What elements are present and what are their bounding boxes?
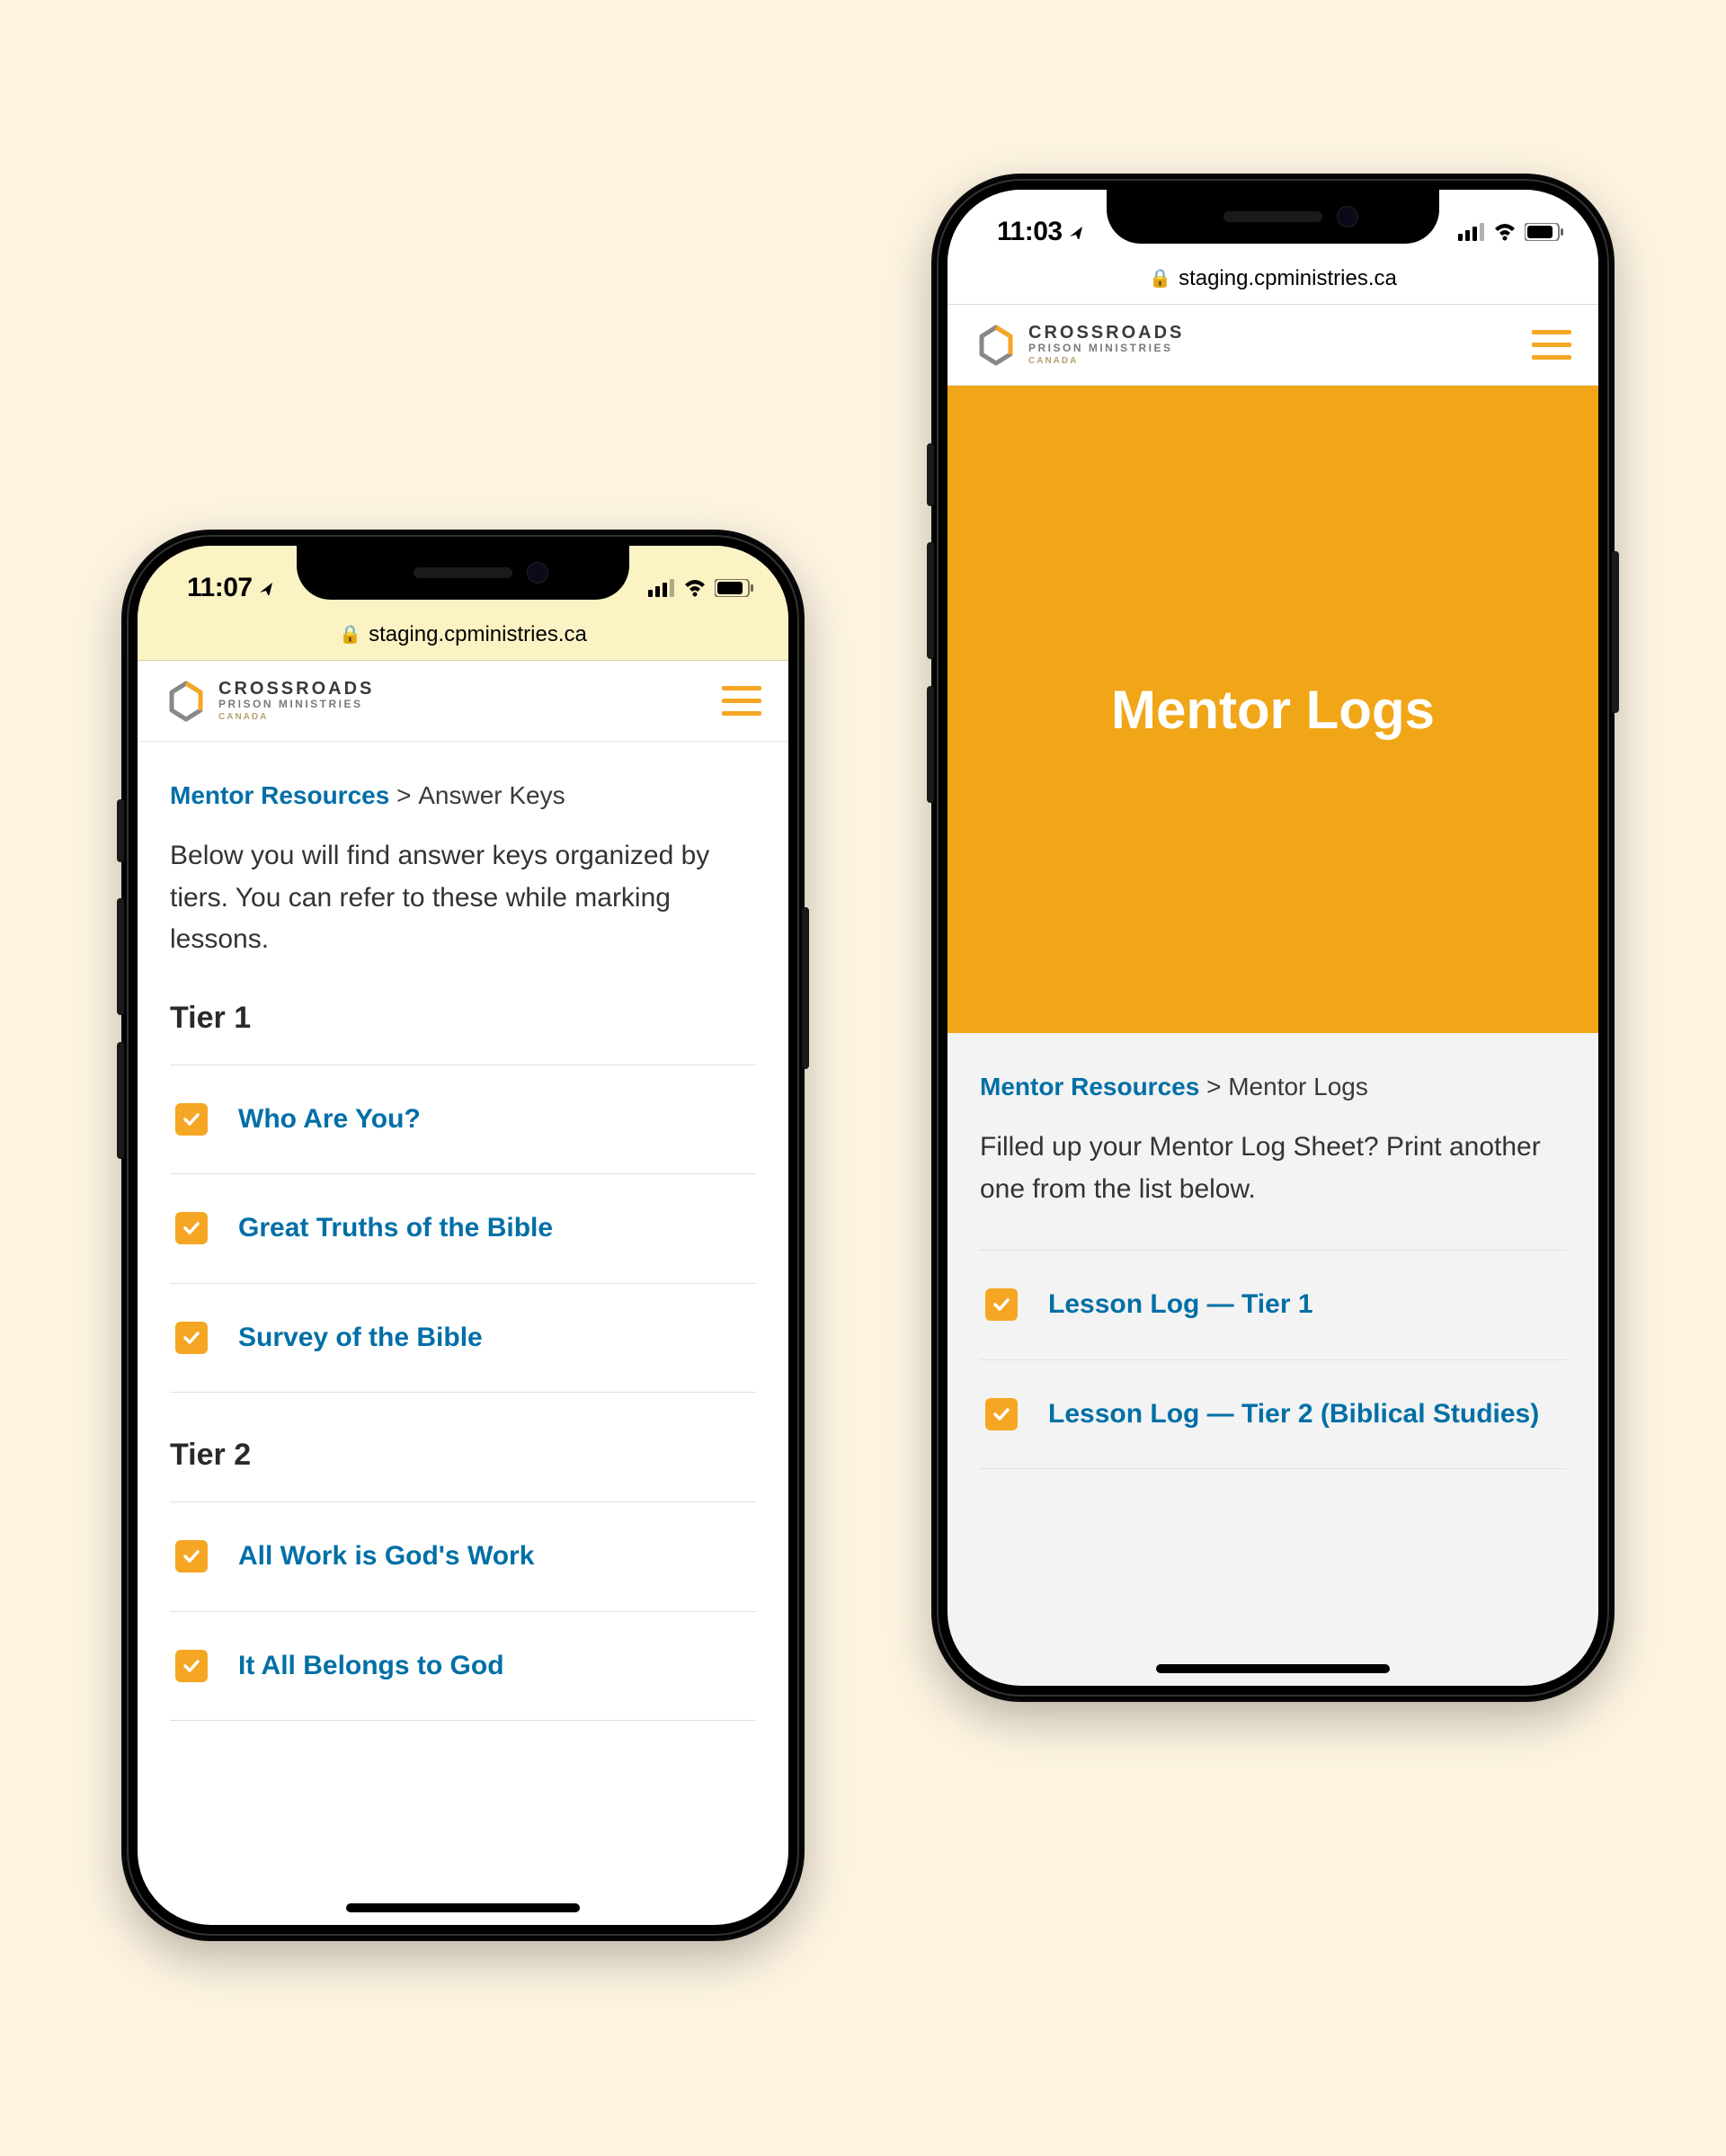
divider bbox=[980, 1468, 1566, 1469]
battery-icon bbox=[715, 579, 754, 597]
breadcrumb-current: Mentor Logs bbox=[1228, 1073, 1368, 1100]
status-time: 11:07 bbox=[187, 573, 253, 603]
site-header: CROSSROADS PRISON MINISTRIES CANADA bbox=[138, 661, 788, 742]
intro-text: Filled up your Mentor Log Sheet? Print a… bbox=[980, 1127, 1566, 1210]
breadcrumb-separator: > bbox=[396, 781, 411, 809]
logo-line2: PRISON MINISTRIES bbox=[218, 699, 374, 710]
list-item-label: Great Truths of the Bible bbox=[238, 1210, 553, 1247]
check-icon bbox=[175, 1322, 208, 1354]
check-icon bbox=[175, 1650, 208, 1682]
intro-text: Below you will find answer keys organize… bbox=[170, 835, 756, 961]
device-notch bbox=[297, 546, 629, 600]
url-text: staging.cpministries.ca bbox=[1179, 266, 1397, 291]
breadcrumb-separator: > bbox=[1206, 1073, 1221, 1100]
check-icon bbox=[175, 1212, 208, 1244]
side-button bbox=[927, 443, 934, 506]
hamburger-menu-icon[interactable] bbox=[1532, 330, 1571, 360]
page-content: Mentor Resources > Mentor Logs Filled up… bbox=[948, 1033, 1598, 1469]
tier1-heading: Tier 1 bbox=[170, 1001, 756, 1036]
browser-url-bar[interactable]: 🔒 staging.cpministries.ca bbox=[948, 258, 1598, 305]
mentor-log-link[interactable]: Lesson Log — Tier 1 bbox=[980, 1251, 1566, 1359]
list-item-label: It All Belongs to God bbox=[238, 1648, 504, 1685]
phone-mockup-right: 11:03 🔒 staging.cpministries.ca CROSSROA… bbox=[931, 174, 1615, 1702]
mentor-log-link[interactable]: Lesson Log — Tier 2 (Biblical Studies) bbox=[980, 1360, 1566, 1469]
side-button bbox=[117, 898, 124, 1015]
list-item-label: Lesson Log — Tier 1 bbox=[1048, 1287, 1313, 1323]
side-button bbox=[927, 686, 934, 803]
answer-key-link[interactable]: It All Belongs to God bbox=[170, 1612, 756, 1721]
breadcrumb-link[interactable]: Mentor Resources bbox=[170, 781, 389, 809]
check-icon bbox=[985, 1288, 1018, 1321]
home-indicator[interactable] bbox=[346, 1903, 580, 1912]
hamburger-menu-icon[interactable] bbox=[722, 686, 761, 716]
logo-hex-icon bbox=[974, 324, 1018, 367]
answer-key-link[interactable]: Survey of the Bible bbox=[170, 1284, 756, 1393]
lock-icon: 🔒 bbox=[1149, 267, 1171, 290]
check-icon bbox=[175, 1103, 208, 1136]
side-button bbox=[927, 542, 934, 659]
side-button bbox=[1612, 551, 1619, 713]
battery-icon bbox=[1525, 223, 1564, 241]
page-content: Mentor Resources > Answer Keys Below you… bbox=[138, 742, 788, 1721]
check-icon bbox=[985, 1398, 1018, 1430]
list-item-label: Survey of the Bible bbox=[238, 1320, 483, 1357]
logo-line3: CANADA bbox=[218, 713, 374, 723]
breadcrumb: Mentor Resources > Answer Keys bbox=[170, 781, 756, 810]
list-item-label: Lesson Log — Tier 2 (Biblical Studies) bbox=[1048, 1396, 1539, 1433]
browser-url-bar[interactable]: 🔒 staging.cpministries.ca bbox=[138, 614, 788, 661]
side-button bbox=[117, 1042, 124, 1159]
answer-key-link[interactable]: Great Truths of the Bible bbox=[170, 1174, 756, 1283]
signal-icon bbox=[648, 579, 675, 597]
hero-title: Mentor Logs bbox=[1111, 679, 1435, 741]
site-logo[interactable]: CROSSROADS PRISON MINISTRIES CANADA bbox=[165, 680, 374, 723]
breadcrumb: Mentor Resources > Mentor Logs bbox=[980, 1073, 1566, 1101]
logo-line1: CROSSROADS bbox=[218, 680, 374, 699]
url-text: staging.cpministries.ca bbox=[369, 622, 587, 647]
logo-line3: CANADA bbox=[1028, 357, 1184, 367]
location-arrow-icon bbox=[258, 581, 272, 595]
phone-mockup-left: 11:07 🔒 staging.cpministries.ca CROSSROA… bbox=[121, 530, 805, 1941]
logo-hex-icon bbox=[165, 680, 208, 723]
list-item-label: All Work is God's Work bbox=[238, 1538, 534, 1575]
breadcrumb-current: Answer Keys bbox=[418, 781, 565, 809]
wifi-icon bbox=[684, 579, 706, 597]
logo-line2: PRISON MINISTRIES bbox=[1028, 343, 1184, 354]
site-header: CROSSROADS PRISON MINISTRIES CANADA bbox=[948, 305, 1598, 386]
site-logo[interactable]: CROSSROADS PRISON MINISTRIES CANADA bbox=[974, 324, 1184, 367]
signal-icon bbox=[1458, 223, 1485, 241]
lock-icon: 🔒 bbox=[339, 623, 361, 646]
side-button bbox=[802, 907, 809, 1069]
tier2-heading: Tier 2 bbox=[170, 1438, 756, 1473]
device-notch bbox=[1107, 190, 1439, 244]
location-arrow-icon bbox=[1068, 225, 1082, 239]
breadcrumb-link[interactable]: Mentor Resources bbox=[980, 1073, 1199, 1100]
answer-key-link[interactable]: All Work is God's Work bbox=[170, 1502, 756, 1611]
logo-line1: CROSSROADS bbox=[1028, 324, 1184, 343]
answer-key-link[interactable]: Who Are You? bbox=[170, 1065, 756, 1174]
side-button bbox=[117, 799, 124, 862]
divider bbox=[170, 1392, 756, 1393]
home-indicator[interactable] bbox=[1156, 1664, 1390, 1673]
divider bbox=[170, 1720, 756, 1721]
status-time: 11:03 bbox=[997, 217, 1063, 247]
check-icon bbox=[175, 1540, 208, 1572]
hero-banner: Mentor Logs bbox=[948, 386, 1598, 1033]
wifi-icon bbox=[1494, 223, 1516, 241]
list-item-label: Who Are You? bbox=[238, 1101, 421, 1138]
